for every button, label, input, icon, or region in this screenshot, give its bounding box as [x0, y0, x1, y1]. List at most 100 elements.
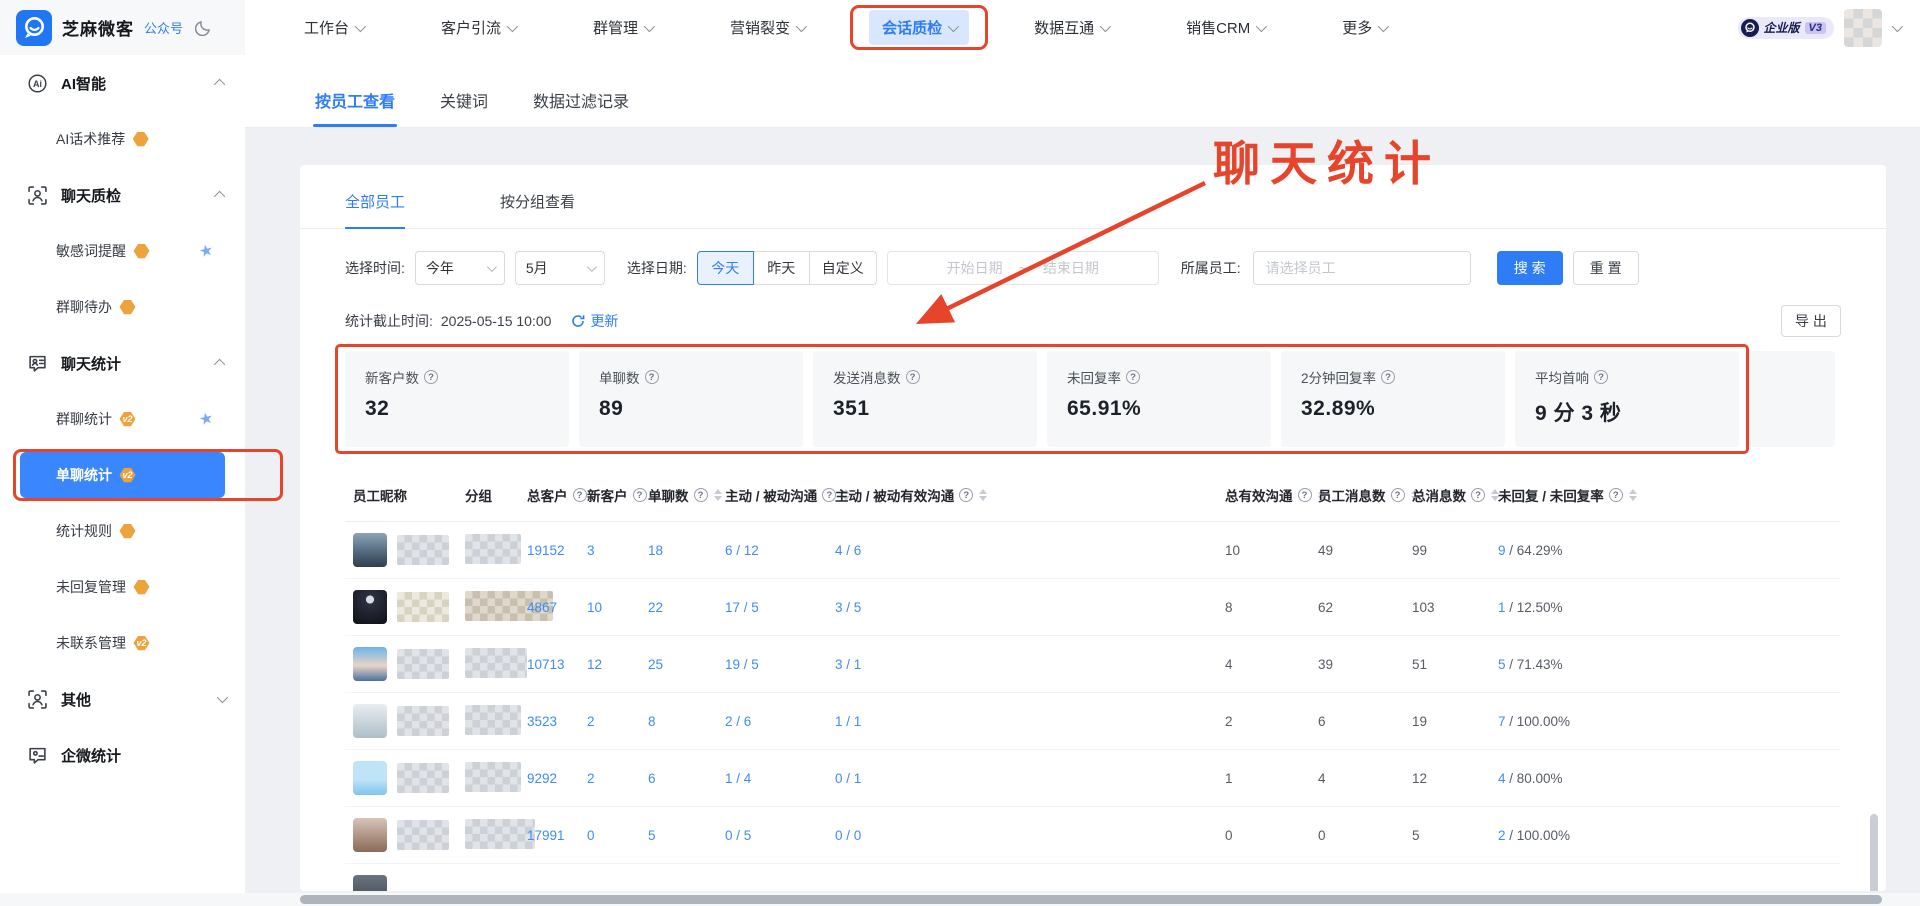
new-customers-cell[interactable]: 2	[579, 693, 640, 750]
help-icon[interactable]	[424, 370, 438, 384]
date-option-button[interactable]: 今天	[697, 251, 754, 285]
topnav-item[interactable]: 数据互通	[995, 0, 1147, 55]
official-account-link[interactable]: 公众号	[144, 18, 183, 37]
total-customers-cell[interactable]: 17991	[519, 807, 579, 864]
active-passive-cell[interactable]: 6 / 12	[717, 522, 827, 579]
topnav-item[interactable]: 群管理	[554, 0, 691, 55]
sort-icon[interactable]	[1629, 489, 1637, 501]
unreplied-cell[interactable]: 2 / 100.00%	[1490, 807, 1840, 864]
export-button[interactable]: 导 出	[1781, 305, 1841, 337]
active-passive-cell[interactable]: 0 / 5	[717, 807, 827, 864]
active-passive-effective-cell[interactable]: 3 / 5	[827, 579, 1217, 636]
sidebar-section[interactable]: Ai AI智能	[0, 55, 245, 111]
active-passive-effective-cell[interactable]: 4 / 6	[827, 522, 1217, 579]
column-header[interactable]: 员工消息数	[1310, 469, 1404, 522]
help-icon[interactable]	[694, 488, 708, 502]
total-customers-cell[interactable]: 19152	[519, 522, 579, 579]
reset-button[interactable]: 重 置	[1573, 251, 1639, 285]
sort-icon[interactable]	[979, 489, 987, 501]
date-option-button[interactable]: 自定义	[809, 251, 877, 285]
total-customers-cell[interactable]: 3523	[519, 693, 579, 750]
topnav-item[interactable]: 会话质检	[843, 0, 995, 55]
help-icon[interactable]	[906, 370, 920, 384]
subtab[interactable]: 按分组查看	[500, 191, 575, 228]
total-customers-cell[interactable]: 9292	[519, 750, 579, 807]
total-customers-cell[interactable]: 4867	[519, 579, 579, 636]
active-passive-cell[interactable]: 1 / 4	[717, 750, 827, 807]
unreplied-cell[interactable]: 7 / 100.00%	[1490, 693, 1840, 750]
total-customers-cell[interactable]: 10713	[519, 636, 579, 693]
sidebar-item[interactable]: AI话术推荐 ★	[0, 111, 245, 167]
tab[interactable]: 按员工查看	[315, 88, 395, 127]
unreplied-cell[interactable]: 4 / 80.00%	[1490, 750, 1840, 807]
chat-count-cell[interactable]: 6	[640, 750, 717, 807]
unreplied-cell[interactable]: 9 / 64.29%	[1490, 522, 1840, 579]
sidebar-item[interactable]: 敏感词提醒 ★	[0, 223, 245, 279]
active-passive-cell[interactable]: 19 / 5	[717, 636, 827, 693]
horizontal-scrollbar[interactable]	[0, 893, 1920, 906]
active-passive-effective-cell[interactable]: 0 / 0	[827, 807, 1217, 864]
user-avatar[interactable]	[1844, 9, 1882, 47]
chevron-down-icon[interactable]	[1892, 20, 1903, 31]
help-icon[interactable]	[1471, 488, 1485, 502]
horizontal-scrollbar-thumb[interactable]	[300, 895, 1882, 904]
sidebar-item[interactable]: 群聊待办 ★	[0, 279, 245, 335]
active-passive-effective-cell[interactable]: 0 / 1	[827, 750, 1217, 807]
chat-count-cell[interactable]: 18	[640, 522, 717, 579]
search-button[interactable]: 搜 索	[1497, 251, 1563, 285]
new-customers-cell[interactable]: 12	[579, 636, 640, 693]
vertical-scrollbar[interactable]	[1870, 814, 1878, 891]
chat-count-cell[interactable]: 25	[640, 636, 717, 693]
help-icon[interactable]	[1594, 370, 1608, 384]
sidebar-item[interactable]: 未联系管理 v2 ★	[0, 615, 245, 671]
sidebar-item[interactable]: 未回复管理 ★	[0, 559, 245, 615]
sidebar-item[interactable]: 群聊统计 v2 ★	[0, 391, 245, 447]
active-passive-effective-cell[interactable]: 3 / 1	[827, 636, 1217, 693]
help-icon[interactable]	[959, 488, 973, 502]
sort-icon[interactable]	[714, 489, 722, 501]
tab[interactable]: 关键词	[440, 88, 488, 127]
column-header[interactable]: 总消息数	[1404, 469, 1490, 522]
topnav-item[interactable]: 客户引流	[402, 0, 554, 55]
topnav-item[interactable]: 工作台	[265, 0, 402, 55]
help-icon[interactable]	[1609, 488, 1623, 502]
active-passive-effective-cell[interactable]: 1 / 1	[827, 693, 1217, 750]
help-icon[interactable]	[645, 370, 659, 384]
unreplied-cell[interactable]: 1 / 12.50%	[1490, 579, 1840, 636]
active-passive-cell[interactable]: 2 / 6	[717, 693, 827, 750]
help-icon[interactable]	[1381, 370, 1395, 384]
tab[interactable]: 数据过滤记录	[533, 88, 629, 127]
sidebar-section[interactable]: 其他	[0, 671, 245, 727]
sidebar-item[interactable]: 统计规则 ★	[0, 503, 245, 559]
new-customers-cell[interactable]: 3	[579, 522, 640, 579]
topnav-item[interactable]: 销售CRM	[1147, 0, 1303, 55]
help-icon[interactable]	[573, 488, 587, 502]
topnav-item[interactable]: 营销裂变	[691, 0, 843, 55]
chat-count-cell[interactable]: 5	[640, 807, 717, 864]
active-passive-cell[interactable]: 17 / 5	[717, 579, 827, 636]
subtab[interactable]: 全部员工	[345, 191, 405, 228]
column-header[interactable]: 总有效沟通	[1217, 469, 1310, 522]
column-header[interactable]: 单聊数	[640, 469, 717, 522]
new-customers-cell[interactable]: 0	[579, 807, 640, 864]
help-icon[interactable]	[1391, 488, 1405, 502]
dark-mode-icon[interactable]	[195, 19, 212, 36]
chat-count-cell[interactable]: 22	[640, 579, 717, 636]
help-icon[interactable]	[633, 488, 647, 502]
help-icon[interactable]	[1126, 370, 1140, 384]
new-customers-cell[interactable]: 2	[579, 750, 640, 807]
topnav-item[interactable]: 更多	[1303, 0, 1425, 55]
chat-count-cell[interactable]: 8	[640, 693, 717, 750]
help-icon[interactable]	[1298, 488, 1312, 502]
unreplied-cell[interactable]: 5 / 71.43%	[1490, 636, 1840, 693]
year-select[interactable]: 今年	[415, 251, 505, 285]
column-header[interactable]: 主动 / 被动沟通	[717, 469, 827, 522]
date-range-input[interactable]: 开始日期 ~ 结束日期	[887, 251, 1159, 285]
sidebar-item[interactable]: 单聊统计 v2 ★	[0, 447, 245, 503]
column-header[interactable]: 未回复 / 未回复率	[1490, 469, 1840, 522]
date-option-button[interactable]: 昨天	[753, 251, 810, 285]
sidebar-section[interactable]: 聊天质检	[0, 167, 245, 223]
sidebar-section[interactable]: 聊天统计	[0, 335, 245, 391]
column-header[interactable]: 主动 / 被动有效沟通	[827, 469, 1217, 522]
sidebar-section[interactable]: 企微统计	[0, 727, 245, 783]
